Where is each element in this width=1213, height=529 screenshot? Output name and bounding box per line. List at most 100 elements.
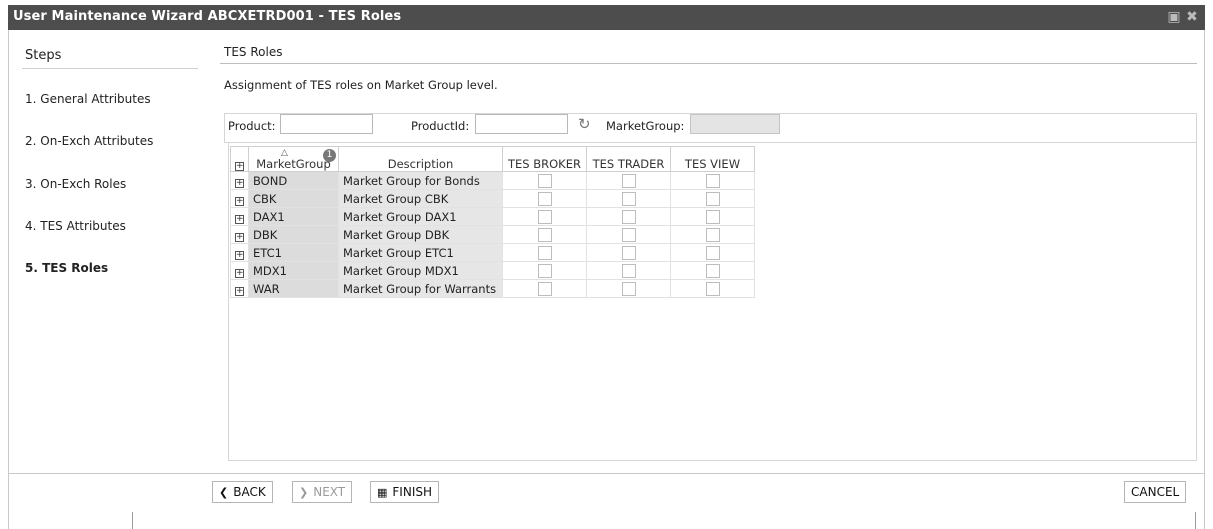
table-row[interactable]: + WAR Market Group for Warrants xyxy=(230,279,755,298)
tes-broker-checkbox[interactable] xyxy=(537,227,552,242)
product-input[interactable] xyxy=(280,114,373,134)
tes-broker-cell xyxy=(502,171,587,190)
row-expander[interactable]: + xyxy=(230,225,249,244)
tes-trader-column-header[interactable]: TES TRADER xyxy=(586,146,671,172)
description-cell: Market Group DBK xyxy=(338,225,503,244)
tes-view-checkbox[interactable] xyxy=(705,263,720,278)
back-button[interactable]: ❮ BACK xyxy=(212,481,273,503)
tes-broker-checkbox[interactable] xyxy=(537,281,552,296)
expand-icon[interactable]: + xyxy=(235,196,244,206)
tes-broker-checkbox[interactable] xyxy=(537,191,552,206)
step-on-exch-roles[interactable]: 3. On-Exch Roles xyxy=(25,177,126,191)
row-expander[interactable]: + xyxy=(230,189,249,208)
restore-icon[interactable]: ▣ xyxy=(1167,10,1181,24)
tes-trader-checkbox[interactable] xyxy=(621,281,636,296)
description-cell: Market Group for Bonds xyxy=(338,171,503,190)
description-cell: Market Group DAX1 xyxy=(338,207,503,226)
tes-broker-checkbox[interactable] xyxy=(537,263,552,278)
expand-all-icon[interactable]: + xyxy=(235,162,244,171)
tes-view-cell xyxy=(670,243,755,262)
product-label: Product: xyxy=(228,119,276,133)
tes-trader-checkbox[interactable] xyxy=(621,209,636,224)
tes-trader-cell xyxy=(586,261,671,280)
step-tes-roles[interactable]: 5. TES Roles xyxy=(25,261,108,275)
tes-view-checkbox[interactable] xyxy=(705,173,720,188)
marketgroup-cell: DBK xyxy=(248,225,339,244)
tes-view-cell xyxy=(670,279,755,298)
tes-view-checkbox[interactable] xyxy=(705,191,720,206)
finish-button[interactable]: ▦ FINISH xyxy=(370,481,440,503)
table-header-row: + △ 1 MarketGroup Description TES BROKER… xyxy=(230,146,755,172)
marketgroup-header-label: MarketGroup xyxy=(256,157,331,171)
tes-broker-cell xyxy=(502,261,587,280)
tes-trader-cell xyxy=(586,225,671,244)
marketgroup-label: MarketGroup: xyxy=(606,119,685,133)
tes-view-cell xyxy=(670,189,755,208)
tes-view-column-header[interactable]: TES VIEW xyxy=(670,146,755,172)
table-row[interactable]: + ETC1 Market Group ETC1 xyxy=(230,243,755,262)
tes-view-checkbox[interactable] xyxy=(705,245,720,260)
steps-divider xyxy=(22,68,198,69)
tes-trader-checkbox[interactable] xyxy=(621,191,636,206)
tes-trader-cell xyxy=(586,243,671,262)
expand-icon[interactable]: + xyxy=(235,178,244,188)
expand-icon[interactable]: + xyxy=(235,232,244,242)
tes-trader-cell xyxy=(586,171,671,190)
window-titlebar: User Maintenance Wizard ABCXETRD001 - TE… xyxy=(8,5,1205,30)
table-row[interactable]: + DAX1 Market Group DAX1 xyxy=(230,207,755,226)
row-expander[interactable]: + xyxy=(230,279,249,298)
tes-view-checkbox[interactable] xyxy=(705,209,720,224)
sort-order-badge: 1 xyxy=(323,149,336,162)
tes-trader-checkbox[interactable] xyxy=(621,263,636,278)
sort-ascending-icon: △ xyxy=(281,148,288,158)
tes-view-cell xyxy=(670,171,755,190)
tes-view-cell xyxy=(670,261,755,280)
tes-broker-cell xyxy=(502,207,587,226)
cancel-button[interactable]: CANCEL xyxy=(1124,481,1187,503)
step-tes-attributes[interactable]: 4. TES Attributes xyxy=(25,219,126,233)
tes-broker-cell xyxy=(502,243,587,262)
tes-trader-checkbox[interactable] xyxy=(621,227,636,242)
row-expander[interactable]: + xyxy=(230,171,249,190)
tes-broker-checkbox[interactable] xyxy=(537,209,552,224)
row-expander[interactable]: + xyxy=(230,261,249,280)
marketgroup-cell: CBK xyxy=(248,189,339,208)
marketgroup-column-header[interactable]: △ 1 MarketGroup xyxy=(248,146,339,172)
refresh-icon[interactable]: ↻ xyxy=(578,115,591,133)
tes-broker-checkbox[interactable] xyxy=(537,173,552,188)
next-button-label: NEXT xyxy=(313,485,346,499)
description-cell: Market Group MDX1 xyxy=(338,261,503,280)
finish-button-label: FINISH xyxy=(392,485,433,499)
back-button-label: BACK xyxy=(233,485,266,499)
tes-broker-checkbox[interactable] xyxy=(537,245,552,260)
expand-icon[interactable]: + xyxy=(235,250,244,260)
tes-trader-cell xyxy=(586,207,671,226)
table-row[interactable]: + DBK Market Group DBK xyxy=(230,225,755,244)
tes-view-checkbox[interactable] xyxy=(705,227,720,242)
productid-input[interactable] xyxy=(475,114,568,134)
description-column-header[interactable]: Description xyxy=(338,146,503,172)
tes-view-checkbox[interactable] xyxy=(705,281,720,296)
tes-broker-column-header[interactable]: TES BROKER xyxy=(502,146,587,172)
expand-icon[interactable]: + xyxy=(235,268,244,278)
expand-all-header[interactable]: + xyxy=(230,146,249,172)
steps-heading: Steps xyxy=(25,48,62,63)
tes-trader-checkbox[interactable] xyxy=(621,173,636,188)
tes-view-cell xyxy=(670,207,755,226)
row-expander[interactable]: + xyxy=(230,243,249,262)
table-row[interactable]: + CBK Market Group CBK xyxy=(230,189,755,208)
step-general-attributes[interactable]: 1. General Attributes xyxy=(25,92,151,106)
expand-icon[interactable]: + xyxy=(235,286,244,296)
next-button[interactable]: ❯ NEXT xyxy=(292,481,353,503)
table-row[interactable]: + MDX1 Market Group MDX1 xyxy=(230,261,755,280)
tes-trader-checkbox[interactable] xyxy=(621,245,636,260)
expand-icon[interactable]: + xyxy=(235,214,244,224)
marketgroup-cell: BOND xyxy=(248,171,339,190)
chevron-right-icon: ❯ xyxy=(299,485,309,499)
marketgroup-cell: MDX1 xyxy=(248,261,339,280)
productid-label: ProductId: xyxy=(411,119,470,133)
step-on-exch-attributes[interactable]: 2. On-Exch Attributes xyxy=(25,134,153,148)
table-row[interactable]: + BOND Market Group for Bonds xyxy=(230,171,755,190)
row-expander[interactable]: + xyxy=(230,207,249,226)
close-icon[interactable]: ✖ xyxy=(1185,10,1199,24)
